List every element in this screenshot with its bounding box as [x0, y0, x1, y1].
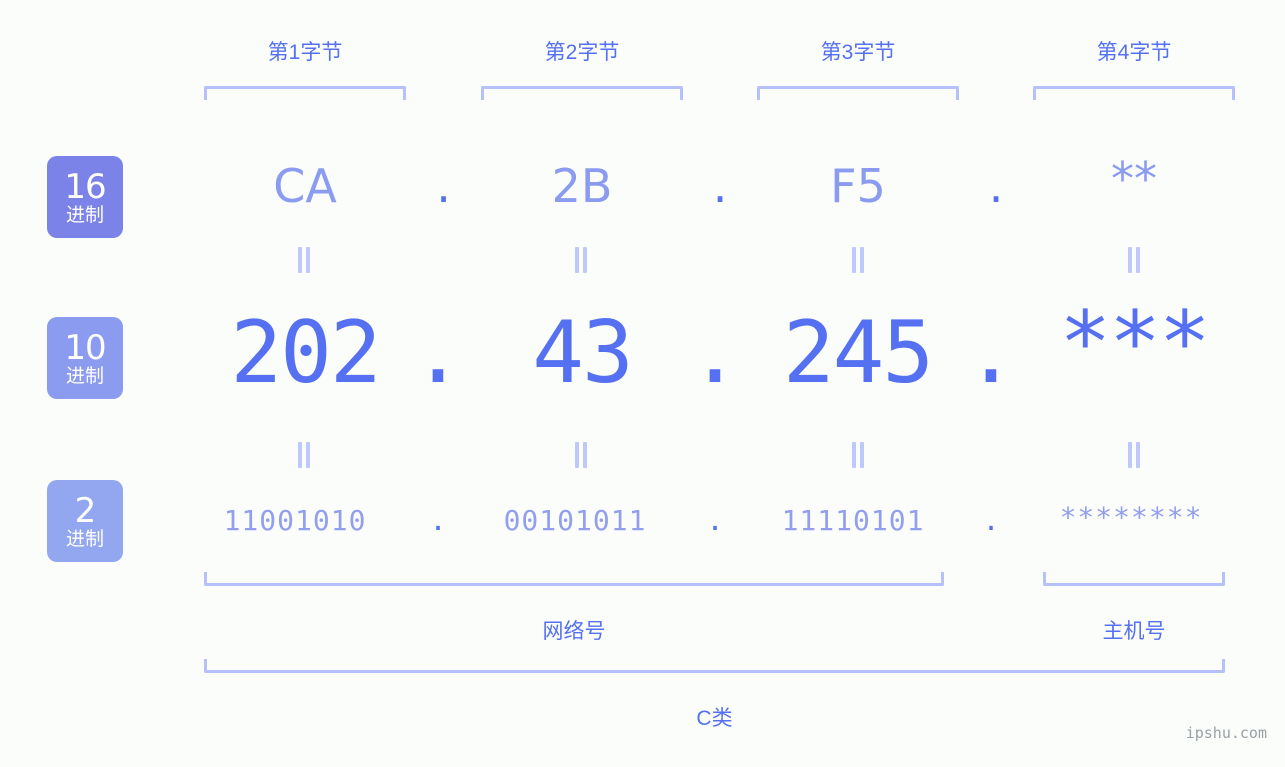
- hex-separator-1: .: [436, 159, 451, 213]
- dec-byte-1: 202: [230, 303, 381, 403]
- byte-bracket-top-2: [481, 86, 683, 100]
- dec-byte-4: ***: [1059, 293, 1210, 393]
- radix-badge-bin-number: 2: [74, 490, 97, 531]
- byte-bracket-top-4: [1033, 86, 1235, 100]
- equals-icon-hex-dec-4: [1126, 247, 1142, 273]
- host-id-bracket: [1043, 572, 1225, 586]
- equals-icon-dec-bin-1: [296, 442, 312, 468]
- bin-separator-2: .: [706, 504, 724, 537]
- byte-bracket-top-3: [757, 86, 959, 100]
- hex-separator-2: .: [712, 159, 728, 213]
- bin-byte-3: 11110101: [781, 504, 925, 537]
- bin-separator-3: .: [982, 504, 1000, 537]
- radix-badge-dec-unit: 进制: [65, 365, 104, 387]
- byte-header-3-label: 第3字节: [820, 41, 896, 64]
- hex-separator-3: .: [988, 159, 1004, 213]
- byte-header-1-label: 第1字节: [267, 41, 343, 64]
- ip-class-label: C类: [204, 702, 1225, 732]
- watermark: ipshu.com: [1185, 724, 1267, 742]
- dec-byte-2: 43: [532, 303, 634, 403]
- ip-class-bracket: [204, 659, 1225, 673]
- ip-breakdown-diagram: 第1字节 第2字节 第3字节 第4字节 16 进制 10 进制 2 进制 CA …: [0, 0, 1285, 767]
- byte-header-2: 第2字节: [481, 36, 683, 66]
- equals-icon-dec-bin-4: [1126, 442, 1142, 468]
- equals-icon-dec-bin-3: [850, 442, 866, 468]
- radix-badge-bin: 2 进制: [47, 480, 123, 562]
- byte-header-4: 第4字节: [1033, 36, 1235, 66]
- byte-header-2-label: 第2字节: [544, 41, 620, 64]
- bin-byte-4: ********: [1059, 501, 1203, 534]
- network-id-bracket: [204, 572, 944, 586]
- byte-bracket-top-1: [204, 86, 406, 100]
- dec-separator-1: .: [412, 303, 464, 403]
- bin-byte-1: 11001010: [223, 504, 367, 537]
- hex-byte-1: CA: [273, 159, 337, 213]
- radix-badge-hex-number: 16: [64, 166, 106, 207]
- radix-badge-bin-unit: 进制: [65, 528, 104, 550]
- host-id-label-text: 主机号: [1102, 620, 1166, 643]
- equals-icon-hex-dec-2: [573, 247, 589, 273]
- radix-badge-hex: 16 进制: [47, 156, 123, 238]
- equals-icon-hex-dec-3: [850, 247, 866, 273]
- bin-separator-1: .: [429, 504, 447, 537]
- byte-header-1: 第1字节: [204, 36, 406, 66]
- byte-header-4-label: 第4字节: [1096, 41, 1172, 64]
- dec-byte-3: 245: [782, 303, 934, 403]
- radix-badge-hex-unit: 进制: [65, 204, 104, 226]
- network-id-label-text: 网络号: [542, 620, 606, 643]
- hex-byte-3: F5: [830, 159, 886, 213]
- ip-class-label-text: C类: [696, 707, 733, 730]
- network-id-label: 网络号: [204, 615, 944, 645]
- byte-header-3: 第3字节: [757, 36, 959, 66]
- radix-badge-dec-number: 10: [64, 327, 106, 368]
- equals-icon-dec-bin-2: [573, 442, 589, 468]
- dec-separator-2: .: [689, 303, 741, 403]
- hex-byte-4: **: [1111, 152, 1157, 206]
- hex-byte-2: 2B: [551, 159, 613, 213]
- equals-icon-hex-dec-1: [296, 247, 312, 273]
- bin-byte-2: 00101011: [503, 504, 647, 537]
- dec-separator-3: .: [965, 303, 1017, 403]
- radix-badge-dec: 10 进制: [47, 317, 123, 399]
- host-id-label: 主机号: [1043, 615, 1225, 645]
